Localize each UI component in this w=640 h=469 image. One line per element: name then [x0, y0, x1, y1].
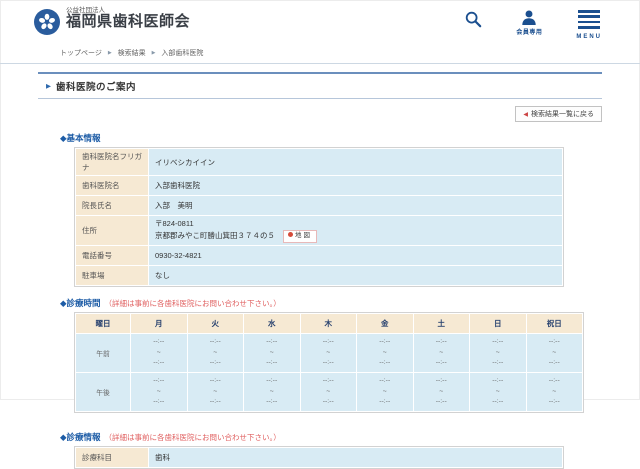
time-cell: --:-- ~ --:--: [131, 334, 187, 372]
slot-label-afternoon: 午後: [76, 373, 130, 411]
column-header: 日: [470, 314, 526, 333]
member-area-button[interactable]: 会員専用: [516, 10, 542, 36]
column-header: 祝日: [527, 314, 583, 333]
clinic-info-note: （詳細は事前に各歯科医院にお問い合わせ下さい。）: [105, 433, 281, 442]
column-header: 木: [301, 314, 357, 333]
table-row: 電話番号 0930-32-4821: [76, 246, 562, 265]
org-title-block[interactable]: 公益社団法人 福岡県歯科医師会: [66, 7, 190, 31]
column-header: 土: [414, 314, 470, 333]
breadcrumb-current-page: 入部歯科医院: [161, 50, 203, 57]
clinic-info-section-title: ◆診療情報 （詳細は事前に各歯科医院にお問い合わせ下さい。）: [60, 431, 640, 443]
phone-value: 0930-32-4821: [149, 246, 562, 265]
hamburger-menu-icon: [578, 10, 600, 32]
row-value: 歯科: [149, 448, 562, 467]
flower-logo-icon: [38, 13, 56, 31]
time-cell: --:-- ~ --:--: [131, 373, 187, 411]
table-row: 駐車場 なし: [76, 266, 562, 285]
clinic-info-table: 診療科目 歯科: [74, 446, 564, 469]
address-text: 京都郡みやこ町勝山箕田３７４の５: [155, 231, 275, 240]
postal-code: 〒824-0811: [155, 218, 556, 230]
slot-label-morning: 午前: [76, 334, 130, 372]
association-logo-icon[interactable]: [34, 9, 60, 35]
map-pin-icon: [288, 232, 293, 237]
menu-button[interactable]: MENU: [576, 10, 602, 40]
column-header: 火: [188, 314, 244, 333]
time-cell: --:-- ~ --:--: [357, 334, 413, 372]
menu-label: MENU: [576, 34, 602, 40]
time-cell: --:-- ~ --:--: [244, 334, 300, 372]
time-cell: --:-- ~ --:--: [414, 373, 470, 411]
member-person-icon: [521, 10, 537, 25]
map-button[interactable]: 地図: [283, 230, 317, 243]
map-button-label: 地図: [295, 232, 312, 239]
table-row: 午前 --:-- ~ --:-- --:-- ~ --:-- --:-- ~ -…: [76, 334, 582, 372]
address-value: 〒824-0811 京都郡みやこ町勝山箕田３７４の５ 地図: [149, 216, 562, 245]
time-cell: --:-- ~ --:--: [188, 334, 244, 372]
column-header: 曜日: [76, 314, 130, 333]
basic-info-section-title: ◆基本情報: [60, 132, 640, 144]
row-value: 入部歯科医院: [149, 176, 562, 195]
basic-info-table: 歯科医院名フリガナ イリベシカイイン 歯科医院名 入部歯科医院 院長氏名 入部 …: [74, 147, 564, 287]
time-cell: --:-- ~ --:--: [301, 373, 357, 411]
row-label: 歯科医院名フリガナ: [76, 149, 148, 175]
time-cell: --:-- ~ --:--: [188, 373, 244, 411]
table-row: 歯科医院名 入部歯科医院: [76, 176, 562, 195]
org-name: 福岡県歯科医師会: [66, 14, 190, 31]
table-header-row: 曜日 月 火 水 木 金 土 日 祝日: [76, 314, 582, 333]
back-button-label: 検索結果一覧に戻る: [531, 111, 594, 118]
time-cell: --:-- ~ --:--: [527, 373, 583, 411]
hours-table: 曜日 月 火 水 木 金 土 日 祝日 午前 --:-- ~ --:-- --:…: [74, 312, 584, 412]
row-label: 駐車場: [76, 266, 148, 285]
time-cell: --:-- ~ --:--: [244, 373, 300, 411]
column-header: 金: [357, 314, 413, 333]
row-value: 入部 美明: [149, 196, 562, 215]
member-area-label: 会員専用: [516, 27, 542, 36]
time-cell: --:-- ~ --:--: [357, 373, 413, 411]
row-label: 院長氏名: [76, 196, 148, 215]
row-label: 診療科目: [76, 448, 148, 467]
back-arrow-icon: ◀: [523, 112, 528, 118]
breadcrumb: トップページ ▶ 検索結果 ▶ 入部歯科医院: [0, 45, 640, 64]
search-button[interactable]: [464, 10, 482, 28]
page-title: 歯科医院のご案内: [56, 79, 136, 93]
row-label: 住所: [76, 216, 148, 245]
row-label: 歯科医院名: [76, 176, 148, 195]
column-header: 月: [131, 314, 187, 333]
table-row: 午後 --:-- ~ --:-- --:-- ~ --:-- --:-- ~ -…: [76, 373, 582, 411]
page-title-bar: ▶ 歯科医院のご案内: [38, 72, 602, 99]
column-header: 水: [244, 314, 300, 333]
hours-section-title: ◆診療時間 （詳細は事前に各歯科医院にお問い合わせ下さい。）: [60, 297, 640, 309]
table-row: 診療科目 歯科: [76, 448, 562, 467]
site-header: 公益社団法人 福岡県歯科医師会 会員専用 MENU: [0, 0, 640, 45]
time-cell: --:-- ~ --:--: [414, 334, 470, 372]
time-cell: --:-- ~ --:--: [470, 334, 526, 372]
table-row: 院長氏名 入部 美明: [76, 196, 562, 215]
title-arrow-icon: ▶: [46, 82, 51, 90]
row-label: 電話番号: [76, 246, 148, 265]
breadcrumb-separator-icon: ▶: [152, 50, 156, 56]
breadcrumb-search-results-link[interactable]: 検索結果: [118, 50, 146, 57]
hours-title-text: ◆診療時間: [60, 298, 101, 308]
time-cell: --:-- ~ --:--: [301, 334, 357, 372]
clinic-info-title-text: ◆診療情報: [60, 432, 101, 442]
row-value: イリベシカイイン: [149, 149, 562, 175]
back-to-results-button[interactable]: ◀検索結果一覧に戻る: [515, 106, 602, 122]
breadcrumb-separator-icon: ▶: [108, 50, 112, 56]
search-icon: [464, 10, 482, 28]
hours-note: （詳細は事前に各歯科医院にお問い合わせ下さい。）: [105, 299, 281, 308]
address-line: 京都郡みやこ町勝山箕田３７４の５ 地図: [155, 230, 556, 243]
time-cell: --:-- ~ --:--: [470, 373, 526, 411]
table-row: 歯科医院名フリガナ イリベシカイイン: [76, 149, 562, 175]
table-row: 住所 〒824-0811 京都郡みやこ町勝山箕田３７４の５ 地図: [76, 216, 562, 245]
breadcrumb-home-link[interactable]: トップページ: [60, 50, 102, 57]
time-cell: --:-- ~ --:--: [527, 334, 583, 372]
row-value: なし: [149, 266, 562, 285]
